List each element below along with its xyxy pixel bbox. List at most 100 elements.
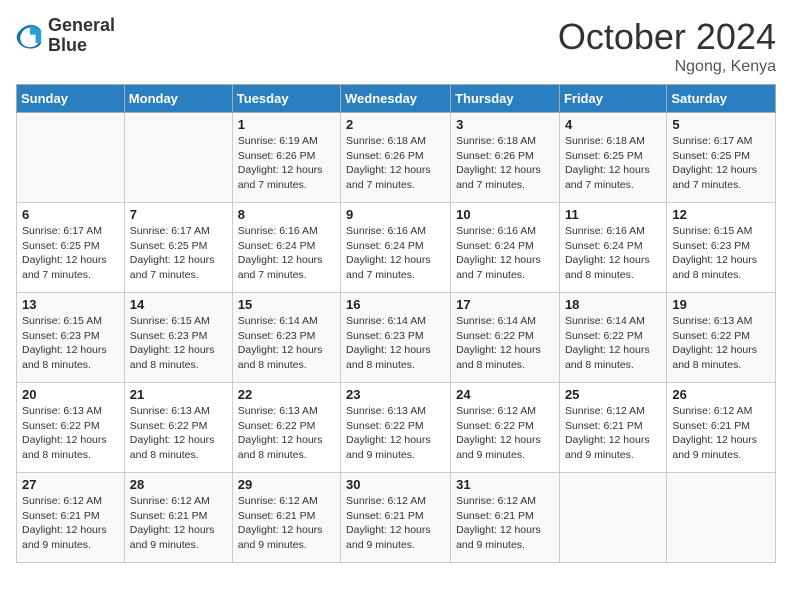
calendar-cell: 22Sunrise: 6:13 AM Sunset: 6:22 PM Dayli…: [232, 383, 340, 473]
calendar-cell: [667, 473, 776, 563]
day-info: Sunrise: 6:16 AM Sunset: 6:24 PM Dayligh…: [565, 224, 661, 283]
day-number: 18: [565, 297, 661, 312]
weekday-header-friday: Friday: [559, 85, 666, 113]
day-info: Sunrise: 6:12 AM Sunset: 6:21 PM Dayligh…: [672, 404, 770, 463]
calendar-week-row: 6Sunrise: 6:17 AM Sunset: 6:25 PM Daylig…: [17, 203, 776, 293]
logo: General Blue: [16, 16, 115, 56]
day-number: 28: [130, 477, 227, 492]
day-number: 27: [22, 477, 119, 492]
calendar-cell: 7 Sunrise: 6:17 AM Sunset: 6:25 PM Daylig…: [124, 203, 232, 293]
day-info: Sunrise: 6:16 AM Sunset: 6:24 PM Dayligh…: [238, 224, 335, 283]
calendar-cell: 20 Sunrise: 6:13 AM Sunset: 6:22 PM Dayli…: [17, 383, 125, 473]
day-number: 20: [22, 387, 119, 402]
day-number: 11: [565, 207, 661, 222]
month-title: October 2024: [558, 16, 776, 58]
day-number: 8: [238, 207, 335, 222]
calendar-cell: 10 Sunrise: 6:16 AM Sunset: 6:24 PM Dayli…: [451, 203, 560, 293]
weekday-header-row: SundayMondayTuesdayWednesdayThursdayFrid…: [17, 85, 776, 113]
calendar-cell: [124, 113, 232, 203]
calendar-cell: 24 Sunrise: 6:12 AM Sunset: 6:22 PM Dayli…: [451, 383, 560, 473]
day-info: Sunrise: 6:14 AM Sunset: 6:22 PM Dayligh…: [456, 314, 554, 373]
day-number: 9: [346, 207, 445, 222]
calendar-cell: 17Sunrise: 6:14 AM Sunset: 6:22 PM Dayli…: [451, 293, 560, 383]
day-number: 1: [238, 117, 335, 132]
day-number: 12: [672, 207, 770, 222]
day-number: 5: [672, 117, 770, 132]
calendar-cell: 18 Sunrise: 6:14 AM Sunset: 6:22 PM Dayli…: [559, 293, 666, 383]
day-info: Sunrise: 6:12 AM Sunset: 6:21 PM Dayligh…: [456, 494, 554, 553]
day-info: Sunrise: 6:15 AM Sunset: 6:23 PM Dayligh…: [22, 314, 119, 373]
day-number: 10: [456, 207, 554, 222]
weekday-header-tuesday: Tuesday: [232, 85, 340, 113]
weekday-header-monday: Monday: [124, 85, 232, 113]
calendar-cell: 26 Sunrise: 6:12 AM Sunset: 6:21 PM Dayli…: [667, 383, 776, 473]
day-number: 2: [346, 117, 445, 132]
day-info: Sunrise: 6:14 AM Sunset: 6:23 PM Dayligh…: [238, 314, 335, 373]
day-info: Sunrise: 6:13 AM Sunset: 6:22 PM Dayligh…: [130, 404, 227, 463]
calendar-cell: 25 Sunrise: 6:12 AM Sunset: 6:21 PM Dayli…: [559, 383, 666, 473]
day-info: Sunrise: 6:12 AM Sunset: 6:21 PM Dayligh…: [130, 494, 227, 553]
weekday-header-sunday: Sunday: [17, 85, 125, 113]
day-info: Sunrise: 6:16 AM Sunset: 6:24 PM Dayligh…: [456, 224, 554, 283]
location: Ngong, Kenya: [558, 58, 776, 76]
day-number: 29: [238, 477, 335, 492]
calendar-cell: 23 Sunrise: 6:13 AM Sunset: 6:22 PM Dayli…: [341, 383, 451, 473]
day-info: Sunrise: 6:15 AM Sunset: 6:23 PM Dayligh…: [672, 224, 770, 283]
day-number: 31: [456, 477, 554, 492]
calendar-table: SundayMondayTuesdayWednesdayThursdayFrid…: [16, 84, 776, 563]
calendar-cell: 28 Sunrise: 6:12 AM Sunset: 6:21 PM Dayli…: [124, 473, 232, 563]
calendar-cell: 29Sunrise: 6:12 AM Sunset: 6:21 PM Dayli…: [232, 473, 340, 563]
day-number: 22: [238, 387, 335, 402]
calendar-cell: 27Sunrise: 6:12 AM Sunset: 6:21 PM Dayli…: [17, 473, 125, 563]
calendar-cell: [559, 473, 666, 563]
day-info: Sunrise: 6:17 AM Sunset: 6:25 PM Dayligh…: [22, 224, 119, 283]
day-info: Sunrise: 6:14 AM Sunset: 6:23 PM Dayligh…: [346, 314, 445, 373]
calendar-week-row: 27 Sunrise: 6:12 AM Sunset: 6:21 PM Dayli…: [17, 473, 776, 563]
calendar-cell: 1 Sunrise: 6:19 AM Sunset: 6:26 PM Daylig…: [232, 113, 340, 203]
day-info: Sunrise: 6:13 AM Sunset: 6:22 PM Dayligh…: [346, 404, 445, 463]
day-number: 14: [130, 297, 227, 312]
logo-icon: [16, 22, 44, 50]
day-info: Sunrise: 6:18 AM Sunset: 6:26 PM Dayligh…: [456, 134, 554, 193]
calendar-cell: 9 Sunrise: 6:16 AM Sunset: 6:24 PM Daylig…: [341, 203, 451, 293]
day-number: 25: [565, 387, 661, 402]
day-info: Sunrise: 6:13 AM Sunset: 6:22 PM Dayligh…: [22, 404, 119, 463]
day-number: 19: [672, 297, 770, 312]
day-number: 16: [346, 297, 445, 312]
day-number: 7: [130, 207, 227, 222]
day-number: 24: [456, 387, 554, 402]
logo-text: General Blue: [48, 16, 115, 56]
calendar-cell: 13Sunrise: 6:15 AM Sunset: 6:23 PM Dayli…: [17, 293, 125, 383]
day-info: Sunrise: 6:16 AM Sunset: 6:24 PM Dayligh…: [346, 224, 445, 283]
calendar-cell: 21Sunrise: 6:13 AM Sunset: 6:22 PM Dayli…: [124, 383, 232, 473]
day-info: Sunrise: 6:15 AM Sunset: 6:23 PM Dayligh…: [130, 314, 227, 373]
day-number: 15: [238, 297, 335, 312]
day-number: 23: [346, 387, 445, 402]
calendar-cell: 30Sunrise: 6:12 AM Sunset: 6:21 PM Dayli…: [341, 473, 451, 563]
day-number: 4: [565, 117, 661, 132]
day-info: Sunrise: 6:14 AM Sunset: 6:22 PM Dayligh…: [565, 314, 661, 373]
calendar-cell: [17, 113, 125, 203]
weekday-header-wednesday: Wednesday: [341, 85, 451, 113]
day-info: Sunrise: 6:12 AM Sunset: 6:21 PM Dayligh…: [565, 404, 661, 463]
calendar-cell: 16 Sunrise: 6:14 AM Sunset: 6:23 PM Dayli…: [341, 293, 451, 383]
title-block: October 2024 Ngong, Kenya: [558, 16, 776, 76]
calendar-cell: 15 Sunrise: 6:14 AM Sunset: 6:23 PM Dayli…: [232, 293, 340, 383]
calendar-cell: 2 Sunrise: 6:18 AM Sunset: 6:26 PM Daylig…: [341, 113, 451, 203]
calendar-cell: 31 Sunrise: 6:12 AM Sunset: 6:21 PM Dayli…: [451, 473, 560, 563]
day-info: Sunrise: 6:12 AM Sunset: 6:22 PM Dayligh…: [456, 404, 554, 463]
calendar-cell: 4Sunrise: 6:18 AM Sunset: 6:25 PM Daylig…: [559, 113, 666, 203]
day-info: Sunrise: 6:17 AM Sunset: 6:25 PM Dayligh…: [130, 224, 227, 283]
calendar-week-row: 1 Sunrise: 6:19 AM Sunset: 6:26 PM Daylig…: [17, 113, 776, 203]
day-info: Sunrise: 6:18 AM Sunset: 6:26 PM Dayligh…: [346, 134, 445, 193]
day-info: Sunrise: 6:19 AM Sunset: 6:26 PM Dayligh…: [238, 134, 335, 193]
calendar-week-row: 13Sunrise: 6:15 AM Sunset: 6:23 PM Dayli…: [17, 293, 776, 383]
calendar-cell: 19Sunrise: 6:13 AM Sunset: 6:22 PM Dayli…: [667, 293, 776, 383]
day-info: Sunrise: 6:17 AM Sunset: 6:25 PM Dayligh…: [672, 134, 770, 193]
calendar-cell: 8 Sunrise: 6:16 AM Sunset: 6:24 PM Daylig…: [232, 203, 340, 293]
day-info: Sunrise: 6:12 AM Sunset: 6:21 PM Dayligh…: [346, 494, 445, 553]
page-header: General Blue October 2024 Ngong, Kenya: [16, 16, 776, 76]
day-number: 26: [672, 387, 770, 402]
calendar-week-row: 20 Sunrise: 6:13 AM Sunset: 6:22 PM Dayli…: [17, 383, 776, 473]
weekday-header-thursday: Thursday: [451, 85, 560, 113]
